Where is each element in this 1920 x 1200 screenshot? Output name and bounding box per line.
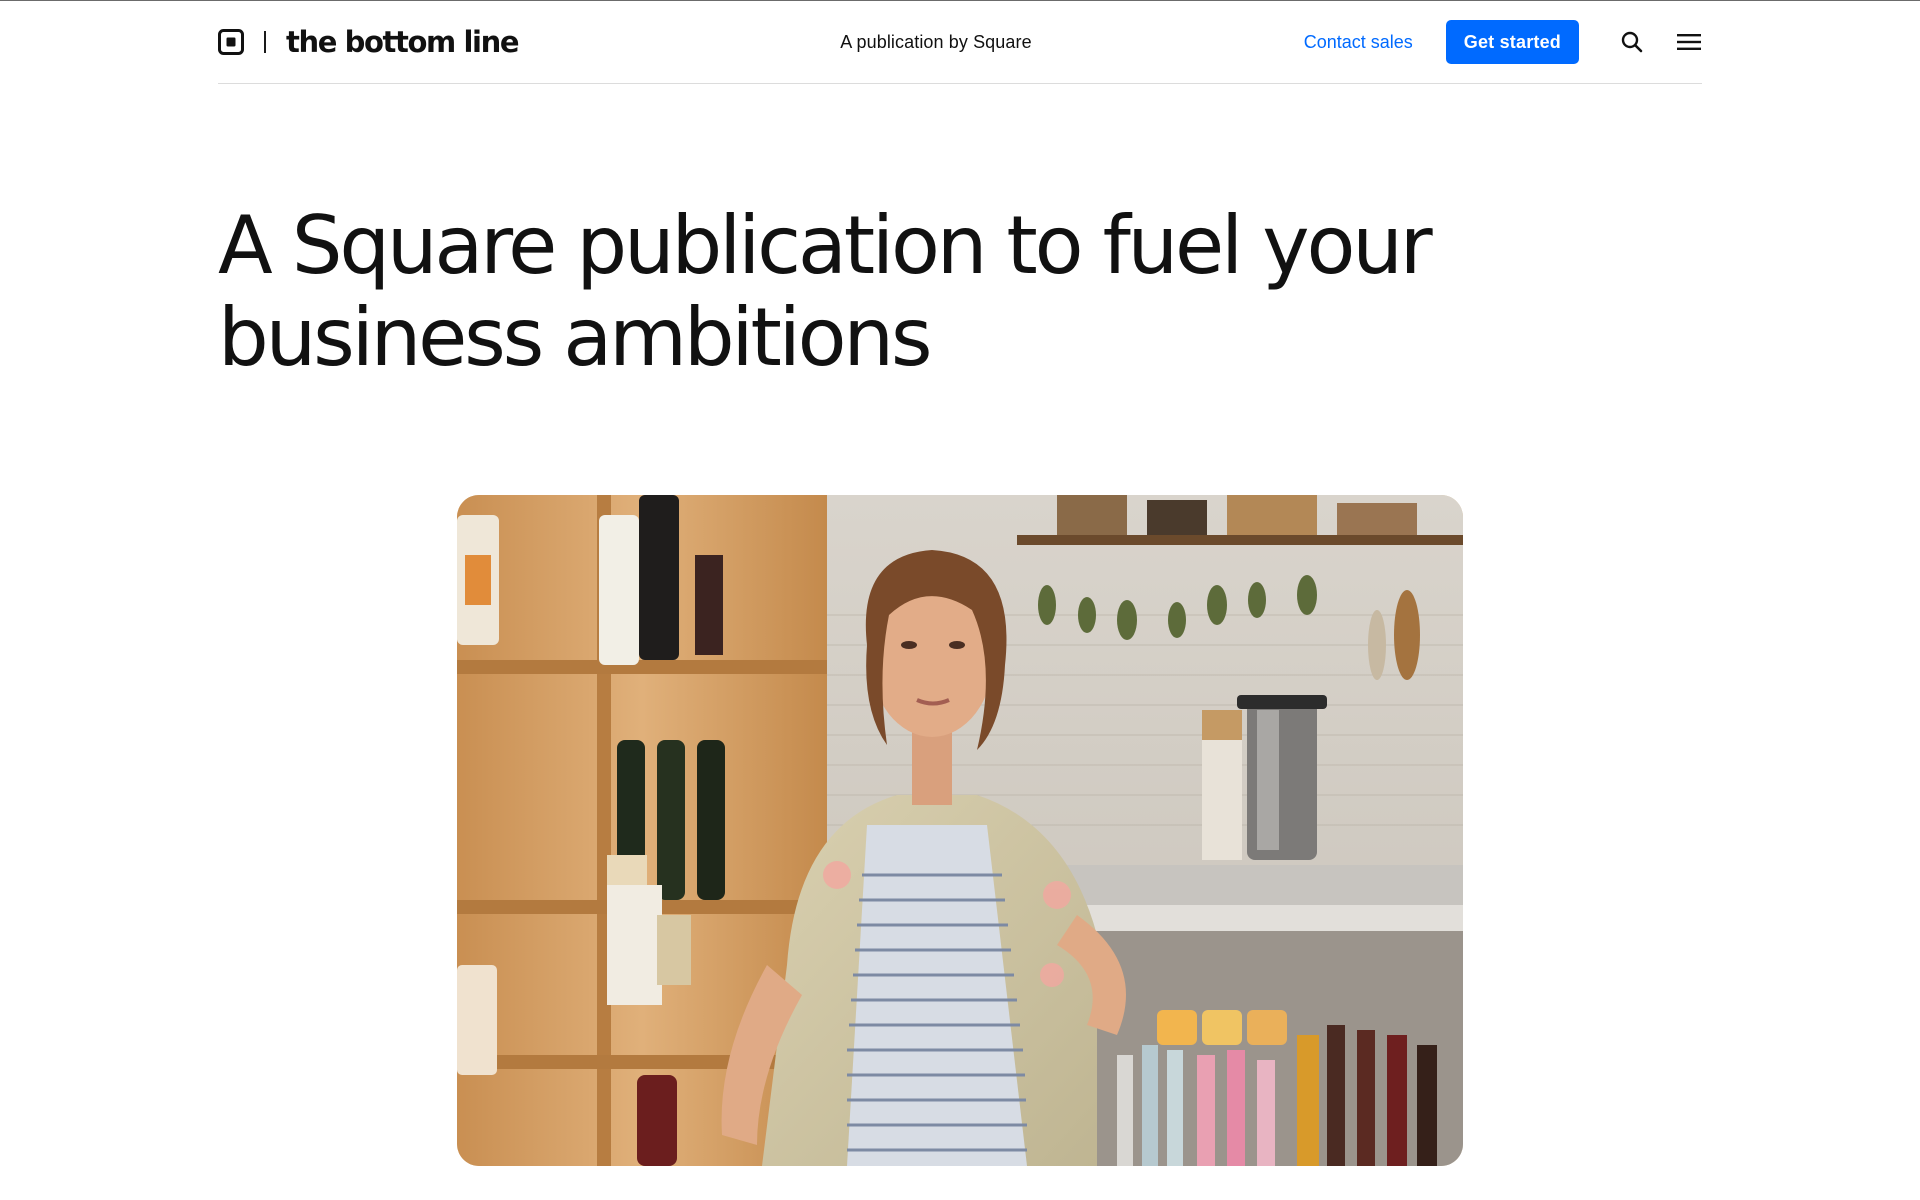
brand-home-link[interactable]: the bottom line bbox=[218, 23, 520, 61]
hero-photo-illustration bbox=[457, 495, 1463, 1166]
header-actions: Contact sales Get started bbox=[1304, 20, 1702, 64]
search-button[interactable] bbox=[1619, 29, 1645, 55]
hero-photo bbox=[457, 495, 1463, 1166]
site-header: the bottom line A publication by Square … bbox=[218, 1, 1702, 84]
contact-sales-link[interactable]: Contact sales bbox=[1304, 31, 1413, 53]
brand-divider bbox=[264, 31, 266, 53]
brand-name: the bottom line bbox=[286, 25, 520, 59]
square-logo-icon bbox=[218, 29, 244, 55]
get-started-button[interactable]: Get started bbox=[1445, 20, 1579, 64]
search-icon bbox=[1621, 31, 1643, 53]
hero-headline: A Square publication to fuel your busine… bbox=[218, 199, 1433, 384]
hamburger-menu-icon bbox=[1677, 34, 1701, 50]
menu-button[interactable] bbox=[1676, 29, 1702, 55]
